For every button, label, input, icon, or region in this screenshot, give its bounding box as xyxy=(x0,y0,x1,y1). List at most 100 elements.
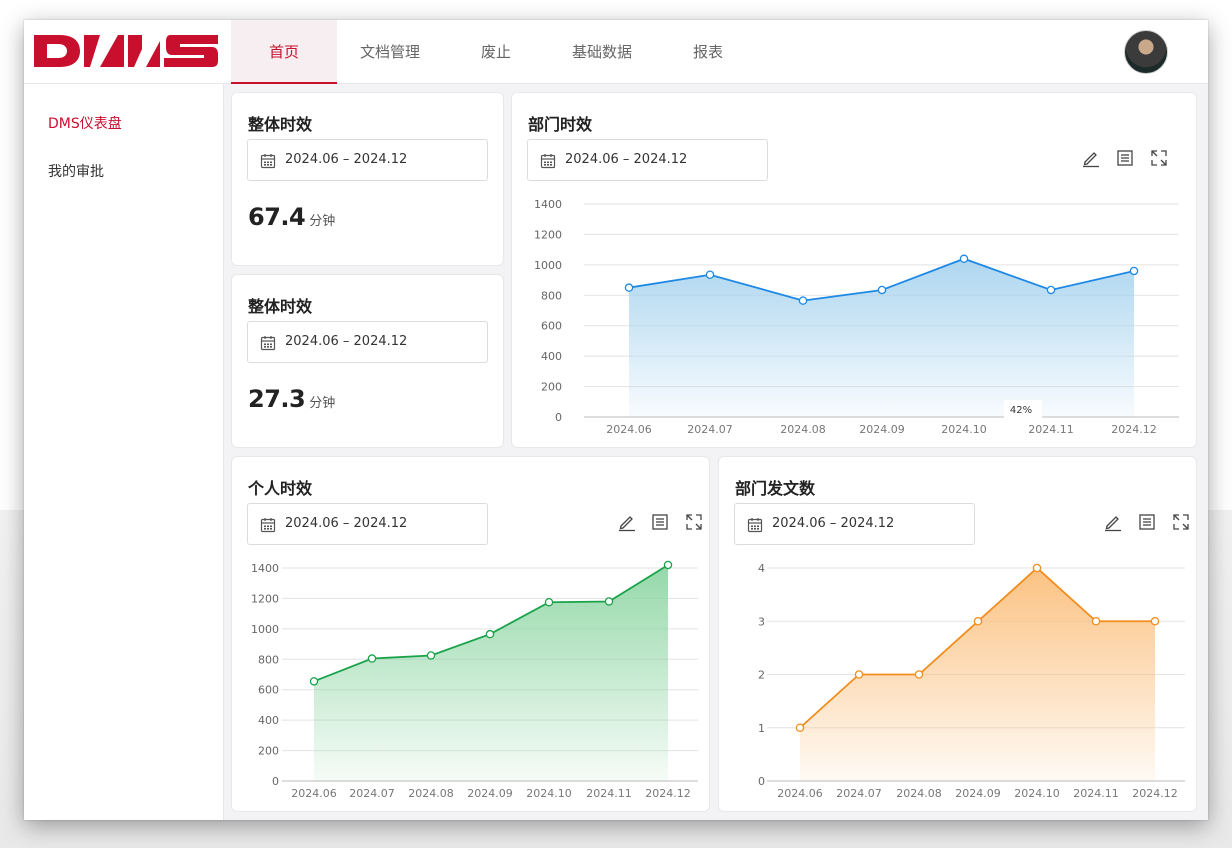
y-tick-label: 600 xyxy=(258,684,279,697)
data-point xyxy=(1129,266,1139,276)
date-range-text: 2024.06 – 2024.12 xyxy=(285,334,408,349)
nav-basic-data[interactable]: 基础数据 xyxy=(549,20,655,84)
data-point xyxy=(959,254,969,264)
y-tick-label: 400 xyxy=(258,714,279,727)
x-tick-label: 2024.07 xyxy=(349,787,395,800)
x-tick-label: 2024.10 xyxy=(941,423,987,436)
x-tick-label: 2024.08 xyxy=(780,423,826,436)
data-point xyxy=(426,651,436,660)
y-tick-label: 0 xyxy=(555,411,562,424)
y-tick-label: 800 xyxy=(541,289,562,302)
y-tick-label: 800 xyxy=(258,653,279,666)
x-tick-label: 2024.07 xyxy=(836,787,882,800)
nav-abolish[interactable]: 废止 xyxy=(443,20,549,84)
data-point xyxy=(914,670,924,679)
data-point xyxy=(367,654,377,663)
y-tick-label: 3 xyxy=(758,615,765,628)
x-tick-label: 2024.11 xyxy=(1028,423,1074,436)
data-point xyxy=(663,560,673,570)
y-tick-label: 1200 xyxy=(251,592,279,605)
x-tick-label: 2024.10 xyxy=(1014,787,1060,800)
metric-value-block: 27.3 分钟 xyxy=(248,385,335,413)
card-overall-efficiency-1: 整体时效 2024.06 – 2024.12 67.4 分钟 xyxy=(231,92,504,266)
data-point xyxy=(798,296,808,305)
x-tick-label: 2024.08 xyxy=(408,787,454,800)
sidebar-item-my-approvals[interactable]: 我的审批 xyxy=(48,161,104,181)
x-tick-label: 2024.11 xyxy=(1073,787,1119,800)
y-tick-label: 1400 xyxy=(251,562,279,575)
y-tick-label: 0 xyxy=(758,775,765,788)
metric-value-block: 67.4 分钟 xyxy=(248,203,335,231)
x-tick-label: 2024.08 xyxy=(896,787,942,800)
calendar-icon xyxy=(260,336,276,351)
data-point xyxy=(1091,616,1101,626)
y-tick-label: 1000 xyxy=(534,259,562,272)
y-tick-label: 1200 xyxy=(534,228,562,241)
y-tick-label: 400 xyxy=(541,350,562,363)
x-tick-label: 2024.12 xyxy=(1111,423,1157,436)
annotation-badge: 42% xyxy=(1004,400,1042,418)
data-point xyxy=(705,270,715,279)
calendar-icon xyxy=(260,154,276,169)
department-efficiency-chart: 0 200 400 600 800 1000 1200 1400 42% 2024.06 2024.… xyxy=(534,198,1179,436)
nav-reports[interactable]: 报表 xyxy=(655,20,761,84)
nav-home[interactable]: 首页 xyxy=(231,20,337,84)
y-tick-label: 4 xyxy=(758,562,765,575)
y-tick-label: 1 xyxy=(758,722,765,735)
dms-logo[interactable] xyxy=(34,33,218,69)
y-tick-label: 0 xyxy=(272,775,279,788)
personal-efficiency-chart: 0 200 400 600 800 1000 1200 1400 2024.06 2024.07 2… xyxy=(251,560,698,800)
data-point xyxy=(1046,285,1056,295)
x-tick-label: 2024.12 xyxy=(1132,787,1178,800)
metric-value: 67.4 xyxy=(248,203,306,231)
date-range-picker[interactable]: 2024.06 – 2024.12 xyxy=(247,139,488,181)
card-department-efficiency: 部门时效 2024.06 – 2024.12 0 200 400 600 800 1000… xyxy=(511,92,1197,448)
area-fill xyxy=(629,258,1134,417)
annotation-label: 42% xyxy=(1010,405,1032,416)
data-point xyxy=(795,723,805,732)
app-window: 首页 文档管理 废止 基础数据 报表 DMS仪表盘 我的审批 整体时效 2024… xyxy=(24,20,1208,820)
department-documents-chart: 0 1 2 3 4 2024.06 2024.07 2024.08 2024.09 2024.10… xyxy=(758,562,1185,800)
y-tick-label: 200 xyxy=(541,381,562,394)
x-tick-label: 2024.09 xyxy=(467,787,513,800)
main-nav: 首页 文档管理 废止 基础数据 报表 xyxy=(231,20,761,84)
x-tick-label: 2024.06 xyxy=(606,423,652,436)
card-overall-efficiency-2: 整体时效 2024.06 – 2024.12 27.3 分钟 xyxy=(231,274,504,448)
x-tick-label: 2024.10 xyxy=(526,787,572,800)
y-tick-label: 1000 xyxy=(251,623,279,636)
date-range-text: 2024.06 – 2024.12 xyxy=(285,152,408,167)
x-tick-label: 2024.09 xyxy=(859,423,905,436)
card-title: 整体时效 xyxy=(248,297,313,316)
y-tick-label: 200 xyxy=(258,745,279,758)
x-tick-label: 2024.09 xyxy=(955,787,1001,800)
data-point xyxy=(624,283,634,292)
x-tick-label: 2024.07 xyxy=(687,423,733,436)
user-avatar[interactable] xyxy=(1124,30,1168,74)
data-point xyxy=(604,597,614,606)
card-personal-efficiency: 个人时效 2024.06 – 2024.12 0 200 400 600 800 1000… xyxy=(231,456,710,812)
metric-unit: 分钟 xyxy=(309,396,336,411)
x-tick-label: 2024.12 xyxy=(645,787,691,800)
data-point xyxy=(877,285,887,295)
data-point xyxy=(854,670,864,679)
x-tick-label: 2024.06 xyxy=(291,787,337,800)
top-header: 首页 文档管理 废止 基础数据 报表 xyxy=(24,20,1208,84)
card-title: 整体时效 xyxy=(248,115,313,134)
data-point xyxy=(1150,616,1160,626)
metric-value: 27.3 xyxy=(248,385,306,413)
y-tick-label: 1400 xyxy=(534,198,562,211)
data-point xyxy=(544,597,554,607)
nav-document-management[interactable]: 文档管理 xyxy=(337,20,443,84)
card-department-documents: 部门发文数 2024.06 – 2024.12 0 1 2 3 4 2024.06 2024… xyxy=(718,456,1197,812)
y-tick-label: 600 xyxy=(541,320,562,333)
data-point xyxy=(973,616,983,626)
metric-unit: 分钟 xyxy=(309,214,336,229)
sidebar: DMS仪表盘 我的审批 xyxy=(24,84,224,820)
data-point xyxy=(1032,563,1042,573)
data-point xyxy=(485,629,495,639)
sidebar-item-dashboard[interactable]: DMS仪表盘 xyxy=(48,113,122,133)
date-range-picker[interactable]: 2024.06 – 2024.12 xyxy=(247,321,488,363)
x-tick-label: 2024.11 xyxy=(586,787,632,800)
y-tick-label: 2 xyxy=(758,669,765,682)
x-tick-label: 2024.06 xyxy=(777,787,823,800)
